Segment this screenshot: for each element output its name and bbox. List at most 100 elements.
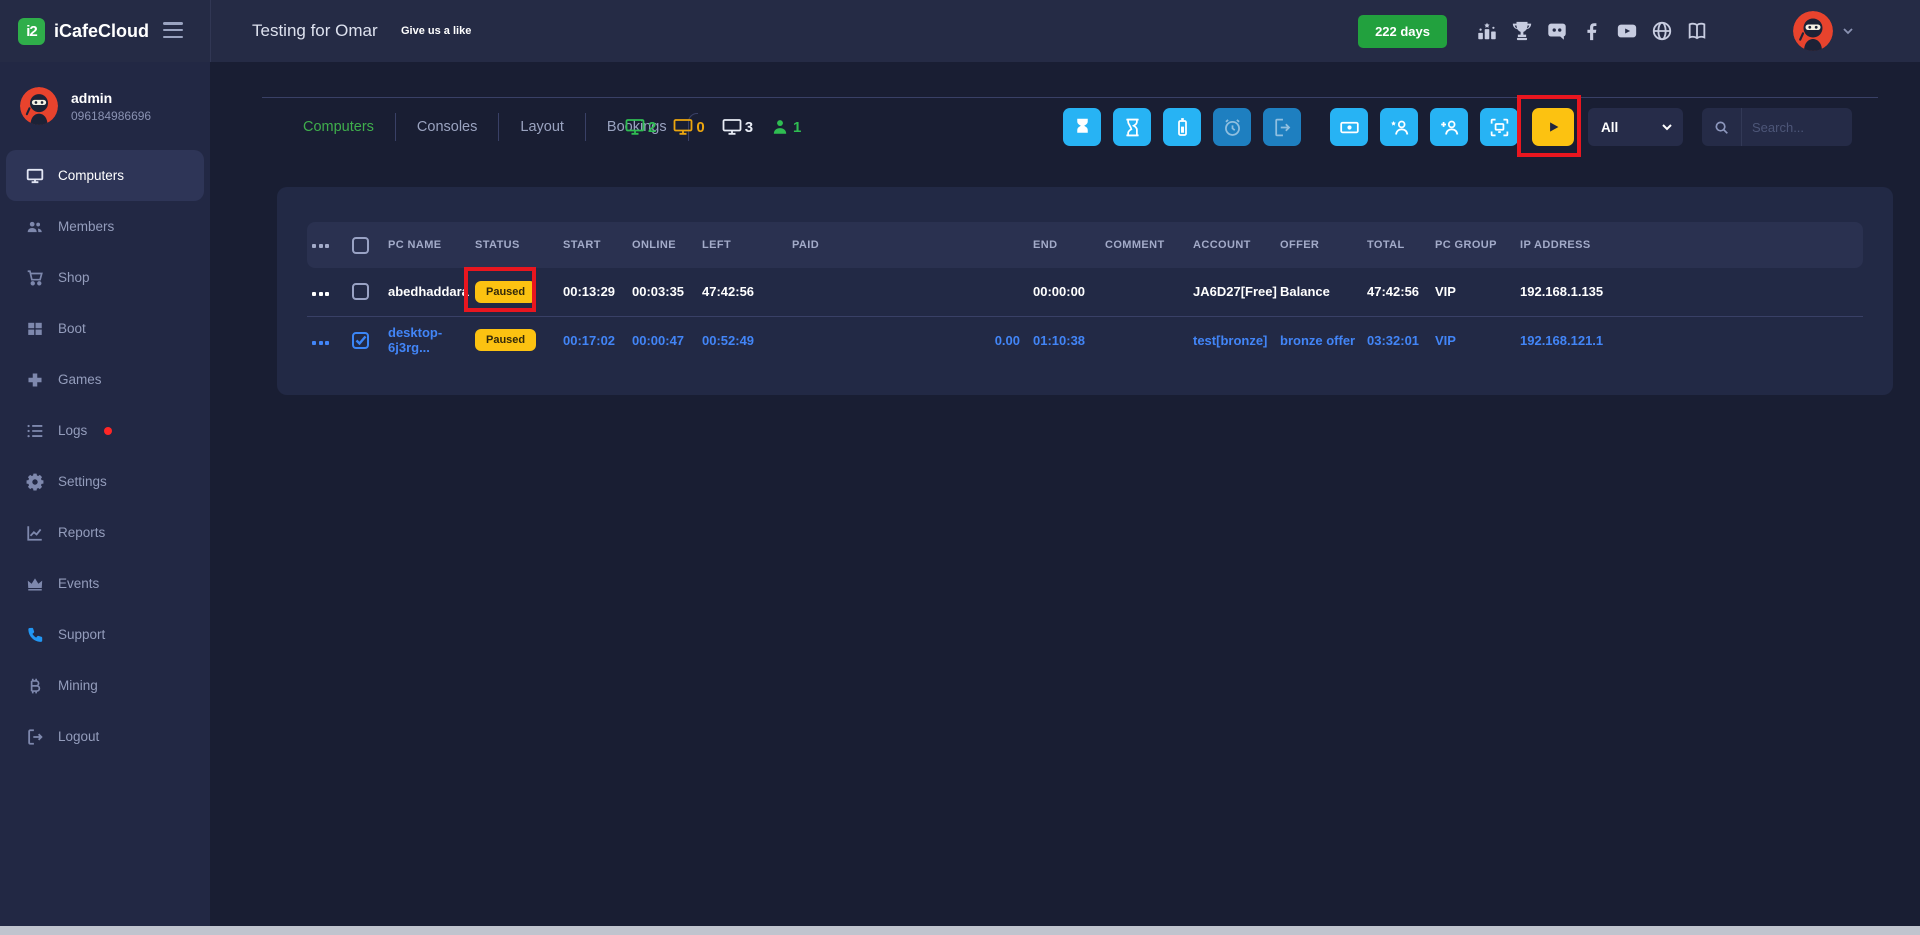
- screenshot-icon: [1489, 117, 1510, 138]
- search-box: [1702, 108, 1852, 146]
- crown-icon: [26, 575, 44, 593]
- sidebar-item-boot[interactable]: Boot: [0, 303, 210, 354]
- sidebar-item-label: Shop: [58, 270, 90, 285]
- pc-group-filter-select[interactable]: All: [1588, 108, 1683, 146]
- cash-icon: [1339, 117, 1360, 138]
- main-content: Computers Consoles Layout Bookings 2 0: [210, 62, 1920, 935]
- pc-name-cell[interactable]: desktop-6j3rg...: [388, 316, 475, 364]
- action-buttons: [1063, 108, 1518, 146]
- sign-out-button[interactable]: [1263, 108, 1301, 146]
- sidebar-item-shop[interactable]: Shop: [0, 252, 210, 303]
- icafecloud-logo-icon: i2: [18, 18, 45, 45]
- search-icon: [1702, 108, 1742, 146]
- toolbar-row: Computers Consoles Layout Bookings 2 0: [262, 97, 1878, 157]
- total-cell: 47:42:56: [1367, 268, 1435, 316]
- left-cell: 00:52:49: [702, 316, 792, 364]
- status-counters: 2 0 3 1: [625, 108, 801, 146]
- hourglass-filled-icon: [1072, 117, 1093, 138]
- sidebar-user-block[interactable]: admin 096184986696: [0, 62, 210, 150]
- tab-consoles[interactable]: Consoles: [396, 119, 498, 135]
- sidebar-item-members[interactable]: Members: [0, 201, 210, 252]
- sidebar-item-label: Support: [58, 627, 105, 642]
- counter-members-online[interactable]: 1: [770, 118, 801, 136]
- col-account: ACCOUNT: [1193, 222, 1280, 268]
- row-checkbox[interactable]: [352, 332, 369, 349]
- hourglass-outline-button[interactable]: [1113, 108, 1151, 146]
- sidebar-item-games[interactable]: Games: [0, 354, 210, 405]
- days-remaining-button[interactable]: 222 days: [1358, 15, 1447, 48]
- windows-icon: [26, 320, 44, 338]
- account-cell: test[bronze]: [1193, 316, 1280, 364]
- sidebar-item-logs[interactable]: Logs: [0, 405, 210, 456]
- end-cell: 00:00:00: [1020, 268, 1105, 316]
- table-menu-icon[interactable]: [307, 244, 329, 248]
- sidebar-item-label: Boot: [58, 321, 86, 336]
- give-us-a-like-link[interactable]: Give us a like: [401, 0, 471, 62]
- horizontal-scrollbar[interactable]: [0, 926, 1920, 935]
- col-status: STATUS: [475, 222, 563, 268]
- left-cell: 47:42:56: [702, 268, 792, 316]
- sidebar-item-label: Events: [58, 576, 99, 591]
- tab-computers[interactable]: Computers: [282, 119, 395, 135]
- sidebar-item-label: Logout: [58, 729, 99, 744]
- status-badge: Paused: [475, 329, 536, 351]
- start-cell: 00:13:29: [563, 268, 632, 316]
- screenshot-button[interactable]: [1480, 108, 1518, 146]
- sidebar-item-computers[interactable]: Computers: [6, 150, 204, 201]
- app-root: i2 iCafeCloud Testing for Omar Give us a…: [0, 0, 1920, 935]
- trophy-icon[interactable]: [1511, 20, 1533, 42]
- search-input[interactable]: [1742, 120, 1852, 135]
- counter-offline-pcs[interactable]: 3: [722, 118, 753, 136]
- sidebar-item-label: Mining: [58, 678, 98, 693]
- avatar: [20, 87, 58, 125]
- top-bar: i2 iCafeCloud Testing for Omar Give us a…: [0, 0, 1920, 62]
- counter-online-pcs[interactable]: 2: [625, 118, 656, 136]
- table-header-row: PC NAME STATUS START ONLINE LEFT PAID EN…: [307, 222, 1863, 268]
- hamburger-menu-icon[interactable]: [163, 22, 183, 38]
- hourglass-filled-button[interactable]: [1063, 108, 1101, 146]
- computers-table-card: PC NAME STATUS START ONLINE LEFT PAID EN…: [277, 187, 1893, 395]
- user-star-button[interactable]: [1380, 108, 1418, 146]
- select-all-checkbox[interactable]: [352, 237, 369, 254]
- sidebar-item-support[interactable]: Support: [0, 609, 210, 660]
- total-cell: 03:32:01: [1367, 316, 1435, 364]
- user-add-button[interactable]: [1430, 108, 1468, 146]
- discord-icon[interactable]: [1546, 20, 1568, 42]
- row-menu-icon[interactable]: [307, 292, 329, 296]
- sidebar-item-mining[interactable]: Mining: [0, 660, 210, 711]
- start-selected-button[interactable]: [1532, 108, 1574, 146]
- battery-button[interactable]: [1163, 108, 1201, 146]
- row-menu-icon[interactable]: [307, 341, 329, 345]
- ranking-icon[interactable]: [1476, 20, 1498, 42]
- pc-group-cell: VIP: [1435, 268, 1520, 316]
- logs-alert-dot: [104, 427, 112, 435]
- online-cell: 00:00:47: [632, 316, 702, 364]
- sidebar-item-settings[interactable]: Settings: [0, 456, 210, 507]
- globe-icon[interactable]: [1651, 20, 1673, 42]
- sidebar-item-logout[interactable]: Logout: [0, 711, 210, 762]
- user-phone: 096184986696: [71, 109, 151, 123]
- youtube-icon[interactable]: [1616, 20, 1638, 42]
- sidebar-item-label: Logs: [58, 423, 87, 438]
- pc-name-cell[interactable]: abedhaddara: [388, 268, 475, 316]
- counter-paused-pcs[interactable]: 0: [673, 118, 704, 136]
- sidebar-item-label: Reports: [58, 525, 105, 540]
- ip-cell: 192.168.121.1: [1520, 316, 1863, 364]
- monitor-icon: [722, 118, 742, 136]
- facebook-icon[interactable]: [1581, 20, 1603, 42]
- manual-book-icon[interactable]: [1686, 20, 1708, 42]
- sidebar-item-events[interactable]: Events: [0, 558, 210, 609]
- cart-icon: [26, 269, 44, 287]
- col-ip-address: IP ADDRESS: [1520, 222, 1863, 268]
- alarm-button[interactable]: [1213, 108, 1251, 146]
- tab-layout[interactable]: Layout: [499, 119, 585, 135]
- sidebar-item-reports[interactable]: Reports: [0, 507, 210, 558]
- comment-cell: [1105, 316, 1193, 364]
- brand[interactable]: i2 iCafeCloud: [18, 0, 149, 62]
- cash-button[interactable]: [1330, 108, 1368, 146]
- row-checkbox[interactable]: [352, 283, 369, 300]
- sidebar-menu: Computers Members Shop Boot Games Logs: [0, 150, 210, 762]
- paid-cell: 0.00: [792, 316, 1020, 364]
- col-end: END: [1020, 222, 1105, 268]
- user-menu[interactable]: [1793, 11, 1854, 51]
